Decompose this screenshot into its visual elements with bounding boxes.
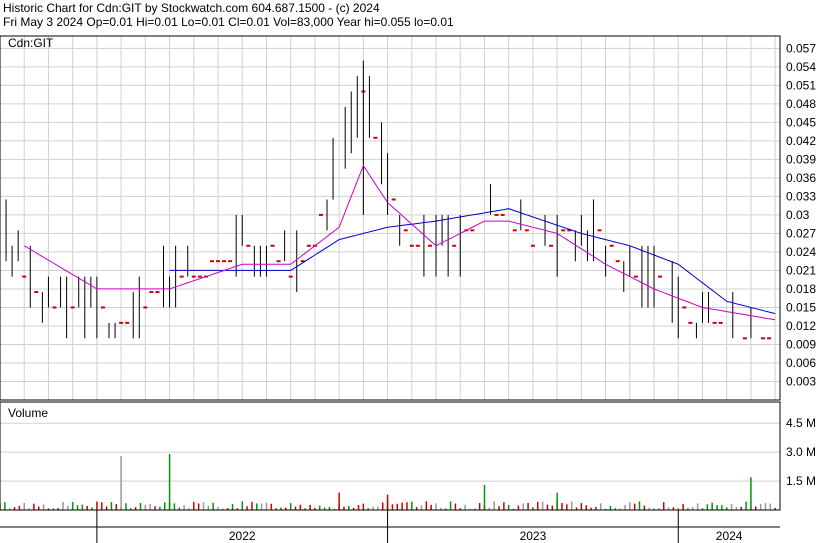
- price-tick-label: 0.042: [786, 134, 816, 148]
- price-tick-label: 0.012: [786, 319, 816, 333]
- price-tick-label: 0.015: [786, 300, 816, 314]
- price-grid: [0, 36, 780, 400]
- volume-panel-frame: [0, 401, 781, 511]
- year-label: 2024: [716, 529, 743, 543]
- price-tick-label: 0.036: [786, 171, 816, 185]
- price-tick-label: 0.024: [786, 245, 816, 259]
- price-tick-label: 0.051: [786, 78, 816, 92]
- volume-panel-title: Volume: [8, 406, 48, 420]
- volume-tick-label: 3.0 M: [786, 445, 816, 459]
- year-label: 2022: [229, 529, 256, 543]
- price-tick-label: 0.003: [786, 374, 816, 388]
- price-panel-frame: [0, 35, 781, 401]
- volume-bars: [0, 454, 776, 510]
- price-panel-title: Cdn:GIT: [8, 36, 54, 50]
- price-tick-label: 0.021: [786, 263, 816, 277]
- price-tick-label: 0.039: [786, 152, 816, 166]
- stock-chart: 0.057 0.054 0.051 0.048 0.045 0.042 0.039 0.036…: [0, 35, 816, 543]
- price-tick-label: 0.033: [786, 189, 816, 203]
- volume-tick-label: 1.5 M: [786, 474, 816, 488]
- year-label: 2023: [520, 529, 547, 543]
- price-tick-label: 0.027: [786, 226, 816, 240]
- price-tick-label: 0.018: [786, 282, 816, 296]
- price-tick-label: 0.009: [786, 337, 816, 351]
- volume-tick-label: 4.5 M: [786, 416, 816, 430]
- price-tick-label: 0.054: [786, 60, 816, 74]
- price-tick-label: 0.045: [786, 115, 816, 129]
- price-tick-label: 0.048: [786, 97, 816, 111]
- price-tick-label: 0.057: [786, 41, 816, 55]
- price-tick-label: 0.006: [786, 356, 816, 370]
- price-tick-label: 0.03: [786, 208, 810, 222]
- volume-grid: [0, 422, 780, 482]
